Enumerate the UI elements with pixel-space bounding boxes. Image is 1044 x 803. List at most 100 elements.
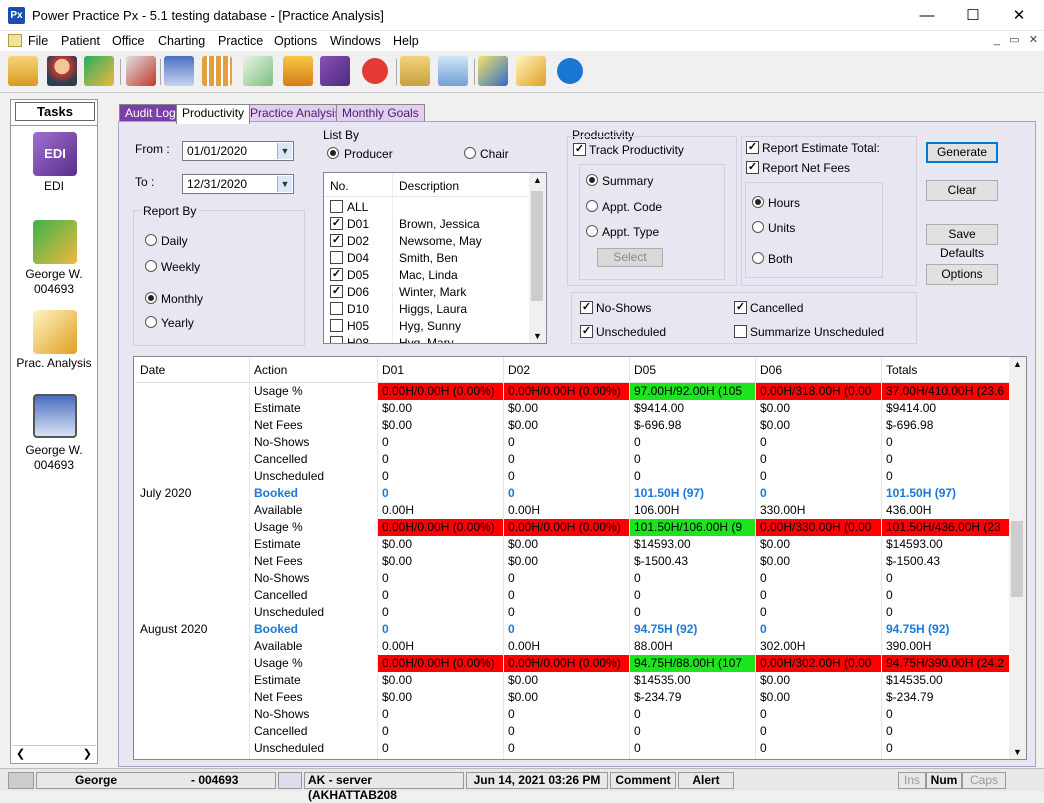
list-item-checkbox[interactable] bbox=[330, 200, 343, 213]
list-item[interactable]: D10 Higgs, Laura bbox=[324, 300, 530, 317]
cancelled-checkbox[interactable]: ✓ bbox=[734, 301, 747, 314]
scroll-right-icon[interactable]: ❯ bbox=[83, 747, 92, 760]
clear-button[interactable]: Clear bbox=[926, 180, 998, 201]
radio-monthly[interactable] bbox=[145, 292, 157, 304]
money-arrows-icon[interactable] bbox=[84, 56, 114, 86]
producer-list[interactable]: No. Description ALL ✓ D01 Brown, Jessica ✓ D0… bbox=[323, 172, 547, 344]
menu-patient[interactable]: Patient bbox=[61, 34, 100, 48]
no-shows-checkbox[interactable]: ✓ bbox=[580, 301, 593, 314]
list-item[interactable]: ✓ D01 Brown, Jessica bbox=[324, 215, 530, 232]
edi-icon[interactable]: EDI bbox=[33, 132, 77, 176]
grid-col-header[interactable]: Date bbox=[136, 357, 250, 383]
options-button[interactable]: Options bbox=[926, 264, 998, 285]
patients-icon[interactable] bbox=[47, 56, 77, 86]
sidebar-h-scrollbar[interactable]: ❮ ❯ bbox=[12, 745, 96, 762]
list-item-checkbox[interactable]: ✓ bbox=[330, 268, 343, 281]
camera-icon[interactable] bbox=[8, 772, 34, 789]
list-item-checkbox[interactable]: ✓ bbox=[330, 234, 343, 247]
list-item[interactable]: ✓ D05 Mac, Linda bbox=[324, 266, 530, 283]
help-info-icon[interactable] bbox=[555, 56, 585, 86]
menu-windows[interactable]: Windows bbox=[330, 34, 381, 48]
phone-notes-icon[interactable] bbox=[478, 56, 508, 86]
medicine-bottle-icon[interactable] bbox=[438, 56, 468, 86]
scroll-up-icon[interactable]: ▲ bbox=[533, 175, 542, 185]
stop-icon[interactable] bbox=[360, 56, 390, 86]
radio-both[interactable] bbox=[752, 252, 764, 264]
list-item-checkbox[interactable] bbox=[330, 302, 343, 315]
generate-button[interactable]: Generate bbox=[926, 142, 998, 163]
menu-options[interactable]: Options bbox=[274, 34, 317, 48]
select-button[interactable]: Select bbox=[597, 248, 663, 267]
edi-icon[interactable] bbox=[320, 56, 350, 86]
ledger-book-icon[interactable] bbox=[164, 56, 194, 86]
list-item[interactable]: ✓ D02 Newsome, May bbox=[324, 232, 530, 249]
menu-charting[interactable]: Charting bbox=[158, 34, 205, 48]
chevron-down-icon[interactable]: ▼ bbox=[277, 143, 292, 159]
scroll-up-icon[interactable]: ▲ bbox=[1013, 359, 1022, 369]
tab-audit-log[interactable]: Audit Log bbox=[119, 104, 182, 122]
mdi-window-controls[interactable]: _ ▭ ✕ bbox=[994, 33, 1038, 46]
chevron-down-icon[interactable]: ▼ bbox=[277, 176, 292, 192]
summarize-unscheduled-checkbox[interactable] bbox=[734, 325, 747, 338]
task-label-george-2[interactable]: George W. 004693 bbox=[11, 443, 97, 473]
list-item[interactable]: ✓ D06 Winter, Mark bbox=[324, 283, 530, 300]
tab-productivity[interactable]: Productivity bbox=[176, 104, 251, 124]
minimize-icon[interactable]: — bbox=[904, 0, 950, 31]
grid-col-header[interactable]: D06 bbox=[756, 357, 882, 383]
maximize-icon[interactable]: ☐ bbox=[950, 0, 996, 31]
list-item-checkbox[interactable] bbox=[330, 251, 343, 264]
grid-col-header[interactable]: Action bbox=[250, 357, 378, 383]
save-defaults-button[interactable]: Save Defaults bbox=[926, 224, 998, 260]
results-grid[interactable]: Date Action D01 D02 D05 D06 Totals Usage % 0.00… bbox=[133, 356, 1027, 760]
radio-chair[interactable] bbox=[464, 147, 476, 159]
grid-scroll-thumb[interactable] bbox=[1011, 521, 1023, 597]
list-item[interactable]: D04 Smith, Ben bbox=[324, 249, 530, 266]
notepad-pencil-icon[interactable] bbox=[33, 310, 77, 354]
task-label-george-1[interactable]: George W. 004693 bbox=[11, 267, 97, 297]
scroll-left-icon[interactable]: ❮ bbox=[16, 747, 25, 760]
grid-col-header[interactable]: D02 bbox=[504, 357, 630, 383]
ledger-book-icon[interactable] bbox=[33, 394, 77, 438]
money-arrows-icon[interactable] bbox=[33, 220, 77, 264]
grid-v-scrollbar[interactable]: ▲ ▼ bbox=[1009, 357, 1026, 759]
list-item[interactable]: H08 Hyg, Mary bbox=[324, 334, 530, 343]
radio-daily[interactable] bbox=[145, 234, 157, 246]
menu-office[interactable]: Office bbox=[112, 34, 144, 48]
grid-col-header[interactable]: D01 bbox=[378, 357, 504, 383]
from-date-field[interactable]: 01/01/2020 ▼ bbox=[182, 141, 294, 161]
list-item[interactable]: ALL bbox=[324, 198, 530, 215]
scroll-down-icon[interactable]: ▼ bbox=[533, 331, 542, 341]
list-item-checkbox[interactable] bbox=[330, 319, 343, 332]
task-label-prac-analysis[interactable]: Prac. Analysis bbox=[11, 356, 97, 371]
grid-col-header[interactable]: D05 bbox=[630, 357, 756, 383]
grid-col-header[interactable]: Totals bbox=[882, 357, 1010, 383]
clipboard-id-icon[interactable] bbox=[400, 56, 430, 86]
tab-practice-analysis[interactable]: Practice Analysis bbox=[244, 104, 347, 122]
radio-weekly[interactable] bbox=[145, 260, 157, 272]
status-comment[interactable]: Comment bbox=[610, 772, 676, 789]
notepad-pencil-icon[interactable] bbox=[516, 56, 546, 86]
treasure-box-icon[interactable] bbox=[283, 56, 313, 86]
task-label-edi[interactable]: EDI bbox=[11, 179, 97, 194]
scroll-down-icon[interactable]: ▼ bbox=[1013, 747, 1022, 757]
radio-appt-type[interactable] bbox=[586, 225, 598, 237]
radio-yearly[interactable] bbox=[145, 316, 157, 328]
tab-monthly-goals[interactable]: Monthly Goals bbox=[336, 104, 425, 122]
list-item[interactable]: H05 Hyg, Sunny bbox=[324, 317, 530, 334]
report-estimate-checkbox[interactable]: ✓ bbox=[746, 141, 759, 154]
radio-appt-code[interactable] bbox=[586, 200, 598, 212]
menu-help[interactable]: Help bbox=[393, 34, 419, 48]
radio-summary[interactable] bbox=[586, 174, 598, 186]
report-icon[interactable] bbox=[243, 56, 273, 86]
report-net-fees-checkbox[interactable]: ✓ bbox=[746, 161, 759, 174]
chart-pencil-icon[interactable] bbox=[126, 56, 156, 86]
menu-practice[interactable]: Practice bbox=[218, 34, 263, 48]
list-v-scrollbar[interactable]: ▲ ▼ bbox=[529, 173, 546, 343]
radio-units[interactable] bbox=[752, 221, 764, 233]
open-folder-icon[interactable] bbox=[8, 56, 38, 86]
track-productivity-checkbox[interactable]: ✓ bbox=[573, 143, 586, 156]
to-date-field[interactable]: 12/31/2020 ▼ bbox=[182, 174, 294, 194]
status-alert[interactable]: Alert bbox=[678, 772, 734, 789]
list-item-checkbox[interactable] bbox=[330, 336, 343, 343]
radio-producer[interactable] bbox=[327, 147, 339, 159]
